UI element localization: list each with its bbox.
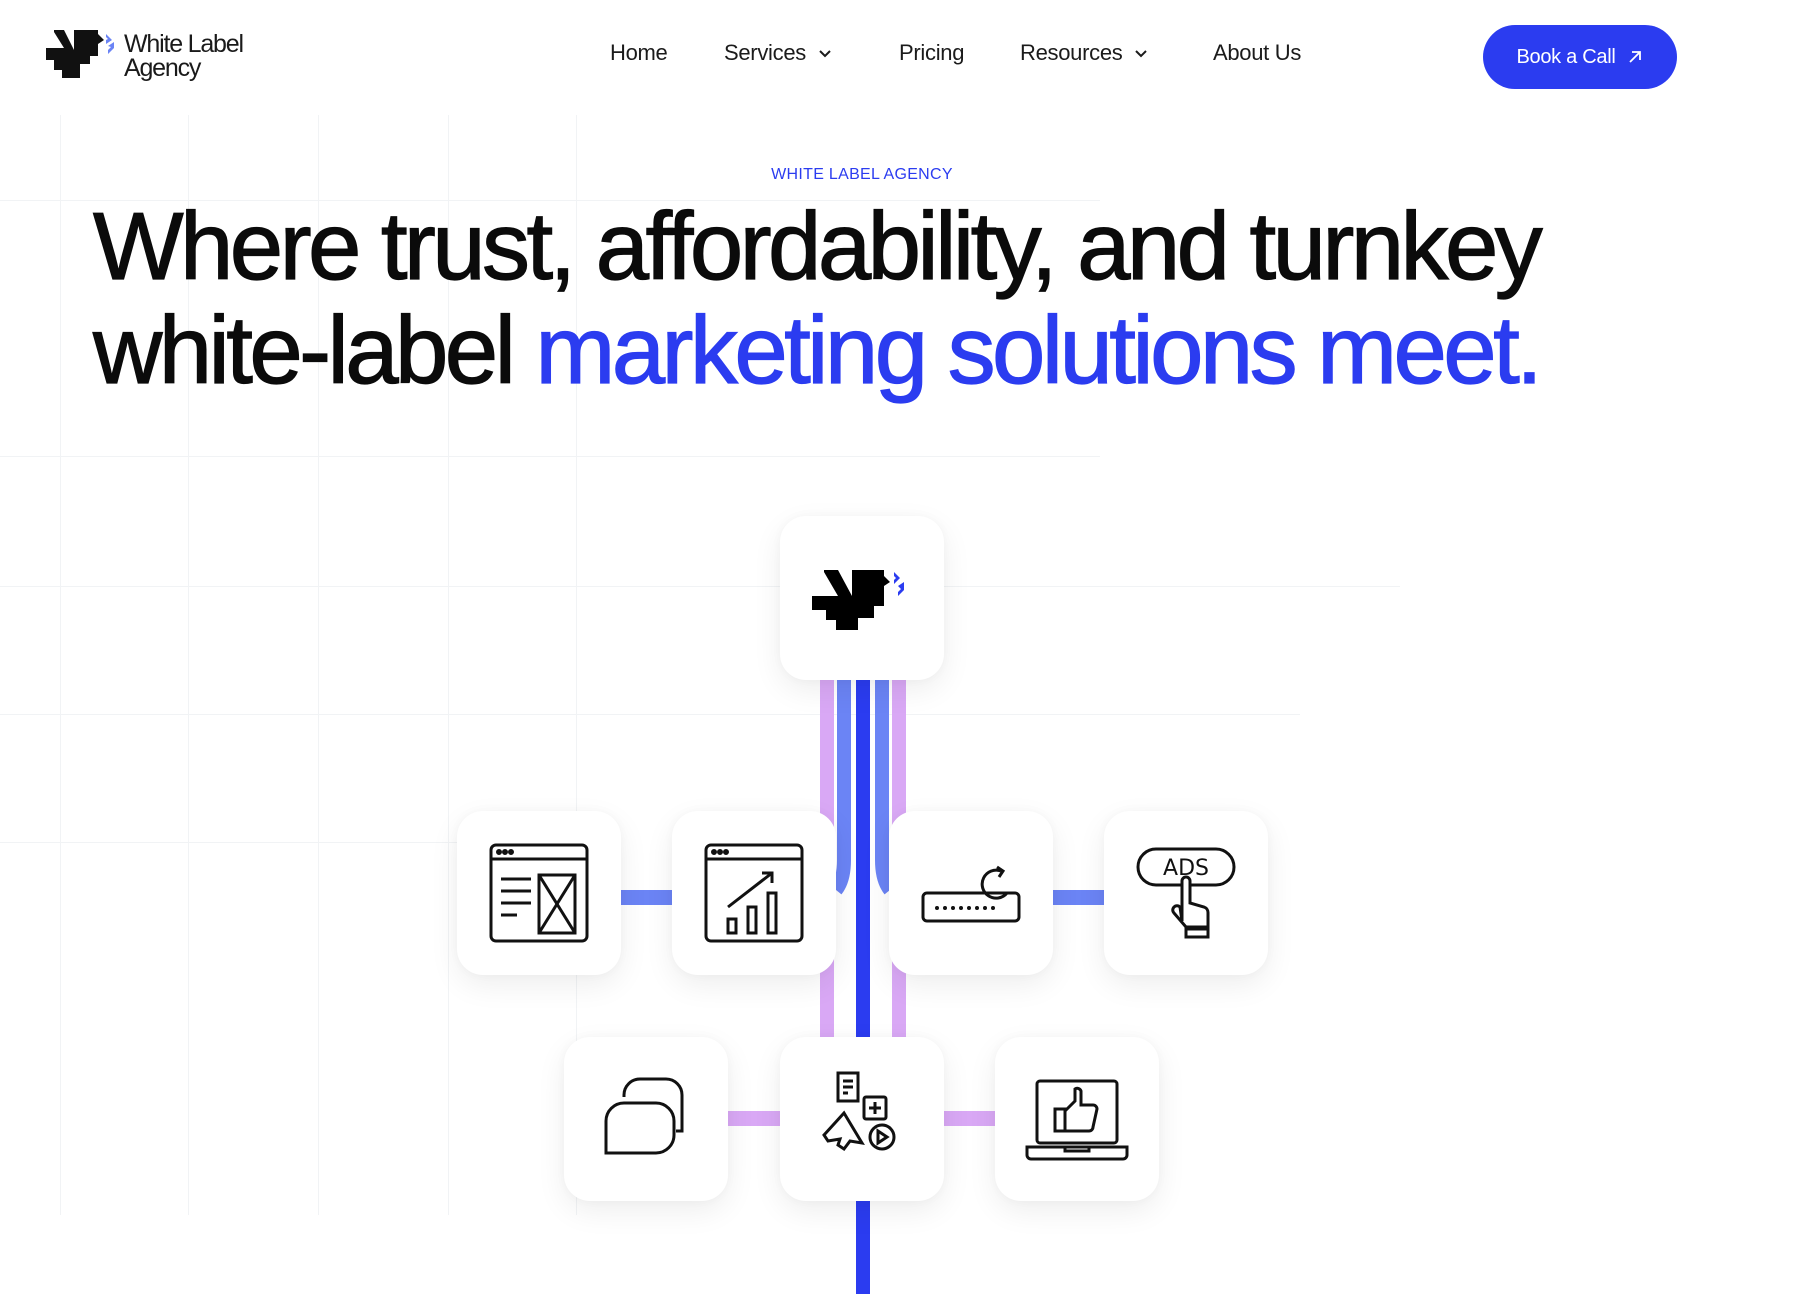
web-design-icon: [489, 843, 589, 943]
chat-bubbles-icon: [604, 1077, 684, 1155]
card-web-design: [457, 811, 621, 975]
card-ads: ADS: [1104, 811, 1268, 975]
laptop-thumbs-up-icon: [1025, 1079, 1129, 1161]
connector-blue-left: [830, 680, 851, 895]
card-brand: [780, 516, 944, 680]
card-laptop-feedback: [995, 1037, 1159, 1201]
content-marketing-icon: [822, 1071, 896, 1152]
card-analytics: [672, 811, 836, 975]
connector-h: [1053, 890, 1105, 905]
connector-h: [621, 890, 673, 905]
password-reset-icon: [921, 865, 1021, 923]
connector-main: [856, 680, 870, 1294]
card-password-reset: [889, 811, 1053, 975]
connector-h: [944, 1111, 996, 1126]
analytics-chart-icon: [704, 843, 804, 943]
connector-h: [728, 1111, 780, 1126]
card-content-marketing: [780, 1037, 944, 1201]
brand-logo-icon: [812, 570, 904, 630]
ads-click-icon: ADS: [1136, 847, 1236, 939]
card-chat: [564, 1037, 728, 1201]
